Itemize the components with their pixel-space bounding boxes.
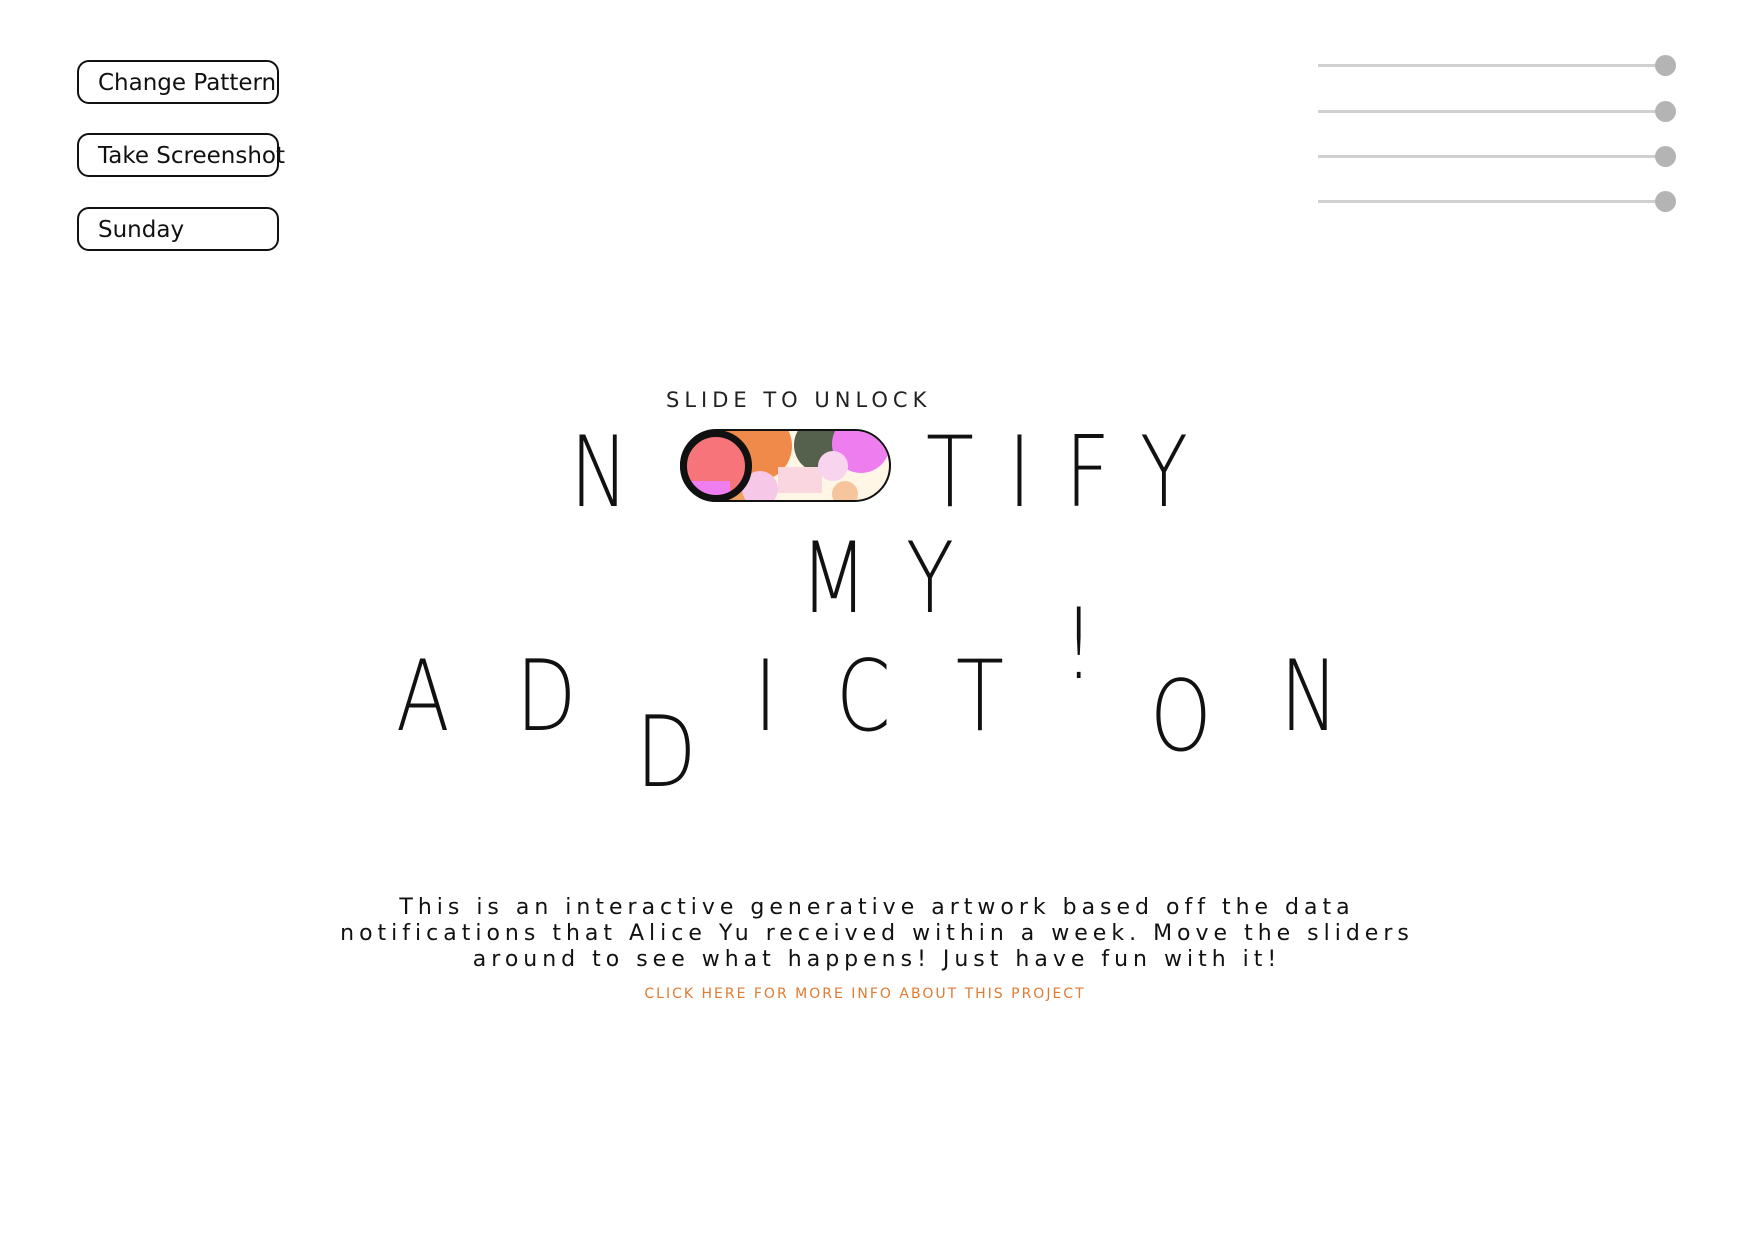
day-selector-button[interactable]: Sunday: [77, 207, 279, 251]
title-letter: D: [636, 696, 697, 810]
slider-thumb[interactable]: [1655, 146, 1676, 167]
slide-to-unlock-label: SLIDE TO UNLOCK: [666, 388, 932, 412]
slider-4[interactable]: [1318, 191, 1678, 213]
more-info-link[interactable]: CLICK HERE FOR MORE INFO ABOUT THIS PROJ…: [530, 986, 1200, 1002]
project-description: This is an interactive generative artwor…: [340, 895, 1414, 972]
slider-thumb[interactable]: [1655, 55, 1676, 76]
pattern-circle: [818, 451, 848, 481]
change-pattern-button[interactable]: Change Pattern: [77, 60, 279, 104]
take-screenshot-button[interactable]: Take Screenshot: [77, 133, 285, 177]
slider-2[interactable]: [1318, 101, 1678, 123]
unlock-slider-knob[interactable]: [680, 430, 752, 502]
title-letter: N: [1280, 640, 1339, 754]
title-letter: I: [1008, 416, 1032, 530]
title-letter: N: [570, 416, 629, 530]
title-letter: D: [516, 640, 577, 754]
slider-track: [1318, 64, 1668, 67]
title-letter: Y: [906, 522, 954, 636]
slider-track: [1318, 110, 1668, 113]
pattern-circle: [832, 481, 858, 500]
title-letter: M: [800, 522, 868, 636]
pattern-square: [778, 467, 822, 493]
title-letter: A: [396, 640, 450, 754]
slider-1[interactable]: [1318, 55, 1678, 77]
title-letter: C: [836, 640, 891, 754]
title-letter: O: [1150, 660, 1212, 774]
slider-3[interactable]: [1318, 146, 1678, 168]
title-letter: T: [926, 416, 974, 530]
title-letter: !: [1063, 588, 1095, 702]
slider-thumb[interactable]: [1655, 101, 1676, 122]
slider-track: [1318, 155, 1668, 158]
title-letter: F: [1065, 416, 1111, 530]
title-letter: T: [956, 640, 1004, 754]
title-letter: I: [754, 640, 778, 754]
slider-thumb[interactable]: [1655, 191, 1676, 212]
title-letter: Y: [1140, 416, 1188, 530]
slider-track: [1318, 200, 1668, 203]
